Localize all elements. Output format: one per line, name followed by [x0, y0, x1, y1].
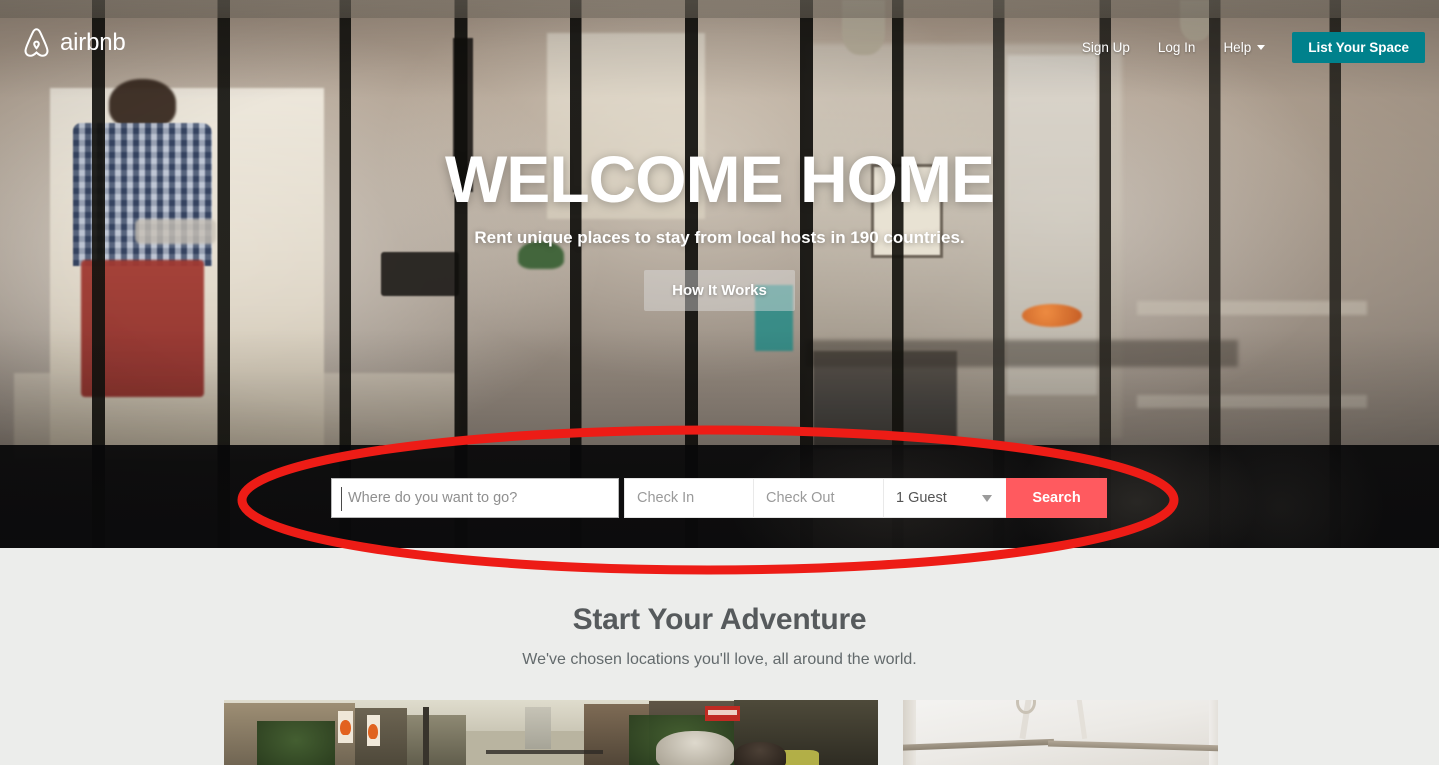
destination-card-city[interactable]	[224, 700, 878, 765]
hero-subheadline: Rent unique places to stay from local ho…	[474, 228, 965, 247]
hero-headline: WELCOME HOME	[445, 142, 995, 216]
search-where-input[interactable]: Where do you want to go?	[331, 478, 619, 518]
search-checkin-placeholder: Check In	[637, 490, 695, 506]
search-checkout-placeholder: Check Out	[766, 490, 835, 506]
search-where-placeholder: Where do you want to go?	[348, 490, 518, 506]
caret-down-icon	[982, 494, 992, 502]
airbnb-logo[interactable]: airbnb	[22, 27, 126, 58]
search-bar: Where do you want to go? Check In Check …	[331, 478, 1107, 518]
section-title: Start Your Adventure	[572, 603, 867, 636]
nav-link-log-in[interactable]: Log In	[1144, 38, 1210, 58]
how-it-works-button[interactable]: How It Works	[644, 270, 795, 311]
top-navbar: airbnb Sign Up Log In Help List Your Spa…	[0, 0, 1439, 86]
search-checkout-input[interactable]: Check Out	[753, 478, 883, 518]
destination-card-attic[interactable]	[903, 700, 1218, 765]
search-guests-select[interactable]: 1 Guest	[883, 478, 1006, 518]
list-your-space-button[interactable]: List Your Space	[1292, 32, 1425, 63]
text-cursor	[341, 487, 342, 511]
section-subtitle: We've chosen locations you'll love, all …	[522, 651, 917, 668]
navbar-links: Sign Up Log In Help List Your Space	[1068, 32, 1425, 63]
chevron-down-icon	[1257, 45, 1266, 50]
destination-card-grid	[224, 700, 1218, 765]
nav-link-sign-up[interactable]: Sign Up	[1068, 38, 1144, 58]
search-guests-value: 1 Guest	[896, 490, 947, 506]
search-checkin-input[interactable]: Check In	[624, 478, 753, 518]
airbnb-homepage: airbnb Sign Up Log In Help List Your Spa…	[0, 0, 1439, 765]
start-your-adventure-section: Start Your Adventure We've chosen locati…	[0, 548, 1439, 765]
logo-wordmark: airbnb	[60, 28, 126, 56]
airbnb-belo-icon	[22, 27, 51, 58]
nav-help-label: Help	[1223, 39, 1252, 55]
search-submit-button[interactable]: Search	[1006, 478, 1107, 518]
nav-link-help[interactable]: Help	[1209, 38, 1279, 58]
